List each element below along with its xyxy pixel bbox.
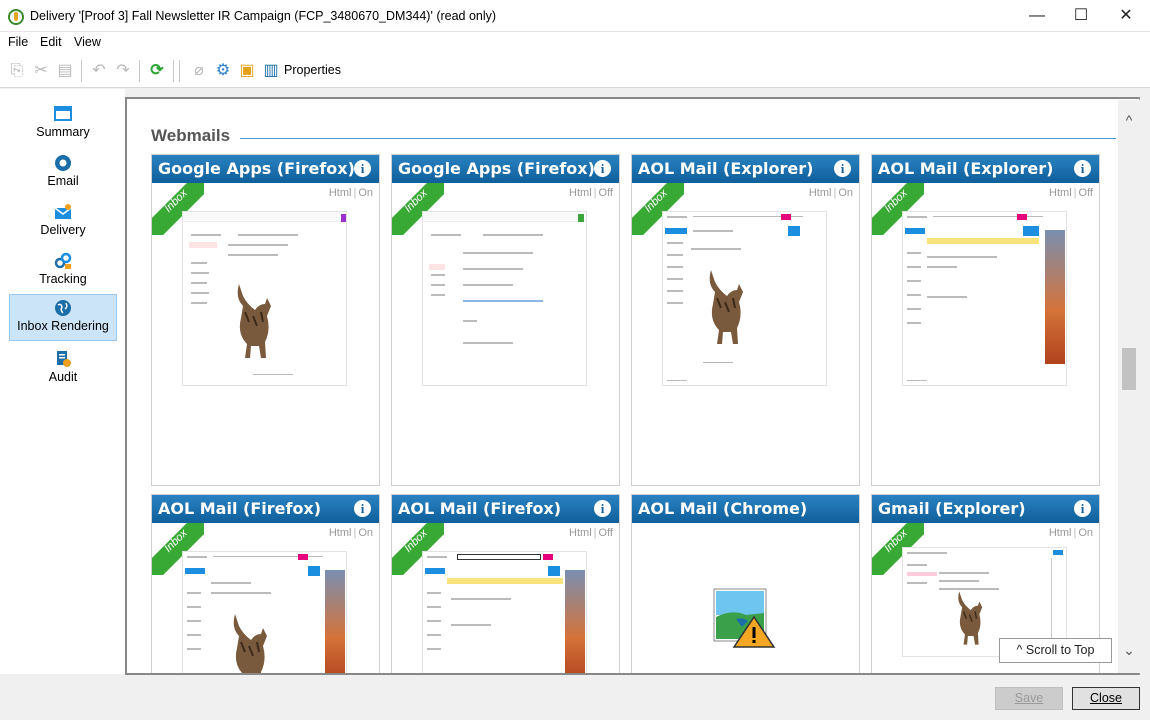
html-mode-label: Html | On bbox=[328, 187, 373, 199]
info-icon[interactable]: i bbox=[354, 160, 371, 177]
sidebar-item-tracking[interactable]: Tracking bbox=[9, 248, 117, 295]
html-mode-label: Html | Off bbox=[569, 187, 613, 199]
app-icon bbox=[8, 9, 24, 25]
html-mode-label: Html | On bbox=[328, 527, 373, 539]
summary-icon bbox=[54, 106, 72, 121]
sidebar-item-email[interactable]: Email bbox=[9, 150, 117, 197]
maximize-button[interactable]: ☐ bbox=[1058, 0, 1104, 32]
attachment-icon[interactable]: ⌀ bbox=[190, 62, 208, 80]
toolbar-separator bbox=[81, 60, 82, 82]
close-button[interactable]: Close bbox=[1072, 687, 1140, 710]
info-icon[interactable]: i bbox=[594, 160, 611, 177]
email-screenshot[interactable] bbox=[182, 211, 347, 386]
sidebar-item-label: Tracking bbox=[39, 272, 87, 286]
card-title: AOL Mail (Firefox) i bbox=[152, 495, 379, 523]
toolbar: ⎘ ✂ ▤ ↶ ↷ ⟳ ⌀ ⚙ ▣ ▥ Properties bbox=[0, 52, 1150, 88]
rendering-card[interactable]: AOL Mail (Firefox) i Html | On Inbox bbox=[151, 494, 380, 673]
window-title: Delivery '[Proof 3] Fall Newsletter IR C… bbox=[30, 9, 497, 23]
card-title: AOL Mail (Explorer) i bbox=[872, 155, 1099, 183]
globe-icon bbox=[55, 300, 71, 316]
info-icon[interactable]: i bbox=[1074, 500, 1091, 517]
copy-icon[interactable]: ⎘ bbox=[8, 62, 26, 80]
sidebar-item-label: Email bbox=[47, 174, 79, 188]
email-screenshot[interactable] bbox=[662, 211, 827, 386]
email-screenshot[interactable] bbox=[902, 211, 1067, 386]
gift-icon[interactable]: ▣ bbox=[238, 62, 256, 80]
sidebar-item-label: Inbox Rendering bbox=[17, 319, 109, 333]
info-icon[interactable]: i bbox=[354, 500, 371, 517]
html-mode-label: Html | On bbox=[808, 187, 853, 199]
cat-image bbox=[233, 614, 267, 673]
email-screenshot[interactable] bbox=[422, 551, 587, 673]
rendering-card[interactable]: AOL Mail (Explorer) i Html | Off Inbox bbox=[871, 154, 1100, 486]
card-title: Google Apps (Firefox) i bbox=[152, 155, 379, 183]
card-title: AOL Mail (Explorer) i bbox=[632, 155, 859, 183]
menu-view[interactable]: View bbox=[74, 35, 101, 49]
card-title: AOL Mail (Chrome) bbox=[632, 495, 859, 523]
rendering-card[interactable]: Google Apps (Firefox) i Html | On Inbox bbox=[151, 154, 380, 486]
menu-bar: File Edit View bbox=[0, 32, 1150, 52]
sidebar-item-summary[interactable]: Summary bbox=[9, 101, 117, 148]
properties-icon[interactable]: ▥ bbox=[262, 62, 280, 80]
properties-button[interactable]: Properties bbox=[284, 63, 341, 77]
delivery-icon bbox=[54, 204, 72, 219]
section-divider bbox=[240, 138, 1116, 139]
email-screenshot[interactable] bbox=[182, 551, 347, 673]
ad-banner-image bbox=[325, 570, 345, 673]
toolbar-separator bbox=[173, 60, 174, 82]
refresh-icon[interactable]: ⟳ bbox=[148, 62, 166, 80]
title-bar: Delivery '[Proof 3] Fall Newsletter IR C… bbox=[0, 0, 1150, 32]
sidebar-item-label: Delivery bbox=[40, 223, 86, 237]
menu-edit[interactable]: Edit bbox=[40, 35, 62, 49]
html-mode-label: Html | Off bbox=[1049, 187, 1093, 199]
rendering-card[interactable]: AOL Mail (Chrome) bbox=[631, 494, 860, 673]
card-title: AOL Mail (Firefox) i bbox=[392, 495, 619, 523]
ad-banner-image bbox=[565, 570, 585, 673]
scroll-to-top-button[interactable]: ^ Scroll to Top bbox=[999, 638, 1112, 663]
html-mode-label: Html | On bbox=[1048, 527, 1093, 539]
sidebar-item-label: Audit bbox=[48, 370, 78, 384]
menu-file[interactable]: File bbox=[8, 35, 28, 49]
undo-icon[interactable]: ↶ bbox=[90, 62, 108, 80]
html-mode-label: Html | Off bbox=[569, 527, 613, 539]
email-screenshot[interactable] bbox=[422, 211, 587, 386]
toolbar-separator bbox=[139, 60, 140, 82]
scroll-up-icon[interactable]: ^ bbox=[1122, 112, 1136, 128]
ad-banner-image bbox=[1045, 230, 1065, 364]
scrollbar-thumb[interactable] bbox=[1122, 348, 1136, 390]
link-settings-icon[interactable]: ⚙ bbox=[214, 62, 232, 80]
cut-icon[interactable]: ✂ bbox=[32, 62, 50, 80]
sidebar-item-audit[interactable]: Audit bbox=[9, 346, 117, 393]
sidebar-item-delivery[interactable]: Delivery bbox=[9, 199, 117, 246]
tracking-icon bbox=[54, 252, 72, 269]
redo-icon[interactable]: ↷ bbox=[114, 62, 132, 80]
paste-icon[interactable]: ▤ bbox=[56, 62, 74, 80]
minimize-button[interactable]: — bbox=[1014, 0, 1060, 32]
info-icon[interactable]: i bbox=[594, 500, 611, 517]
save-button[interactable]: Save bbox=[995, 687, 1063, 710]
info-icon[interactable]: i bbox=[1074, 160, 1091, 177]
card-title: Gmail (Explorer) i bbox=[872, 495, 1099, 523]
email-icon bbox=[55, 155, 71, 171]
vertical-scrollbar[interactable]: ^ ⌄ bbox=[1118, 100, 1140, 673]
broken-image-warning-icon bbox=[713, 588, 776, 648]
audit-icon bbox=[57, 351, 71, 367]
scroll-down-icon[interactable]: ⌄ bbox=[1122, 642, 1136, 659]
sidebar: Summary Email Delivery Tracking Inbox Re… bbox=[0, 89, 125, 674]
rendering-card[interactable]: AOL Mail (Explorer) i Html | On Inbox bbox=[631, 154, 860, 486]
sidebar-item-label: Summary bbox=[36, 125, 90, 139]
cat-image bbox=[958, 591, 983, 645]
rendering-card[interactable]: Google Apps (Firefox) i Html | Off Inbox bbox=[391, 154, 620, 486]
section-title: Webmails bbox=[151, 126, 231, 145]
cat-image bbox=[709, 270, 743, 344]
sidebar-item-inbox-rendering[interactable]: Inbox Rendering bbox=[9, 294, 117, 341]
cat-image bbox=[237, 284, 271, 358]
info-icon[interactable]: i bbox=[834, 160, 851, 177]
close-window-button[interactable]: ✕ bbox=[1103, 0, 1149, 32]
rendering-card[interactable]: AOL Mail (Firefox) i Html | Off Inbox bbox=[391, 494, 620, 673]
card-title: Google Apps (Firefox) i bbox=[392, 155, 619, 183]
content-panel: Webmails Google Apps (Firefox) i Html | On … bbox=[125, 97, 1140, 675]
toolbar-separator bbox=[179, 60, 180, 82]
